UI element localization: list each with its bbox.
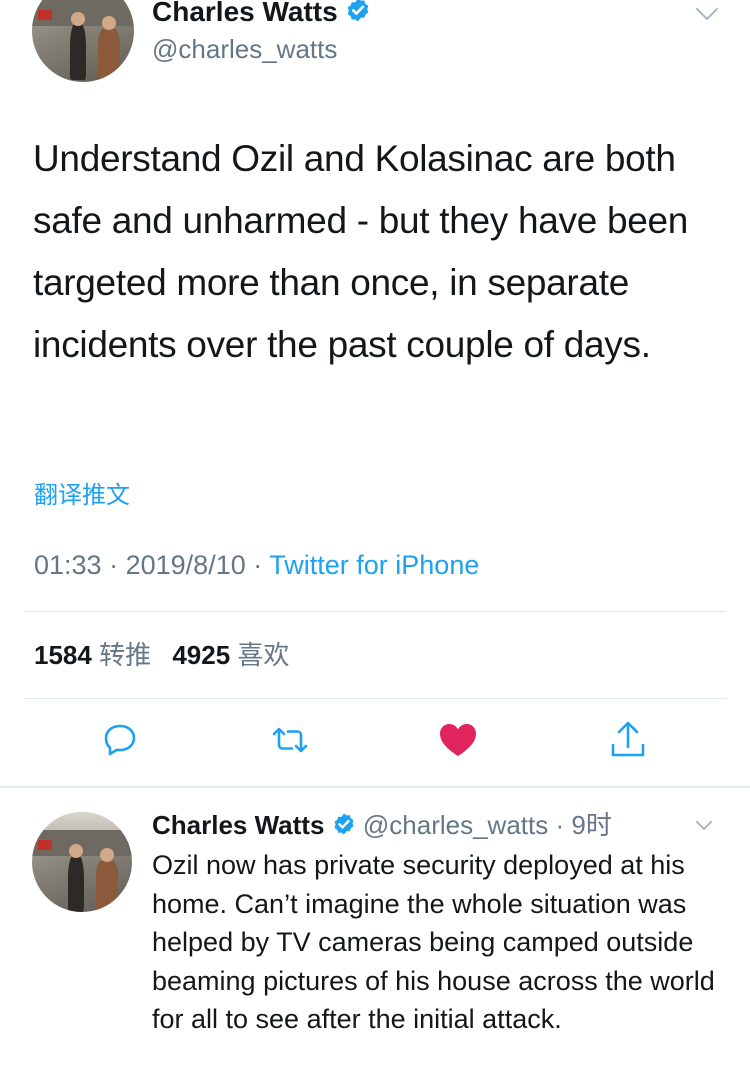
divider — [24, 698, 726, 699]
avatar[interactable] — [32, 812, 132, 912]
reply-button[interactable] — [98, 720, 142, 764]
verified-badge-icon — [345, 0, 371, 32]
verified-badge-icon — [332, 808, 356, 846]
translate-tweet-link[interactable]: 翻译推文 — [34, 480, 130, 512]
reply-author-handle[interactable]: @charles_watts — [363, 810, 548, 840]
meta-separator: · — [555, 810, 565, 840]
share-button[interactable] — [606, 720, 650, 764]
reply-header: Charles Watts @charles_watts · 9时 — [152, 806, 612, 846]
avatar[interactable] — [32, 0, 134, 82]
meta-separator: · — [109, 550, 119, 580]
retweet-count[interactable]: 1584 — [34, 640, 92, 670]
chevron-down-icon[interactable] — [694, 4, 720, 24]
tweet-time: 01:33 — [34, 550, 102, 580]
like-button[interactable] — [436, 720, 480, 764]
retweet-button[interactable] — [268, 720, 312, 764]
reply-icon — [100, 720, 140, 765]
meta-separator: · — [253, 550, 263, 580]
like-label[interactable]: 喜欢 — [237, 640, 289, 670]
tweet-source-link[interactable]: Twitter for iPhone — [269, 550, 479, 580]
divider — [24, 611, 726, 612]
reply-author-name[interactable]: Charles Watts — [152, 810, 324, 840]
like-count[interactable]: 4925 — [172, 640, 230, 670]
reply-tweet-text: Ozil now has private security deployed a… — [152, 850, 715, 1034]
section-divider — [0, 786, 750, 788]
author-handle[interactable]: @charles_watts — [152, 32, 337, 66]
retweet-icon — [268, 720, 312, 765]
heart-icon — [437, 720, 479, 765]
retweet-label[interactable]: 转推 — [99, 640, 151, 670]
share-icon — [608, 719, 648, 766]
author-name[interactable]: Charles Watts — [152, 0, 371, 32]
tweet-text: Understand Ozil and Kolasinac are both s… — [33, 138, 689, 365]
tweet-stats: 1584 转推 4925 喜欢 — [34, 636, 303, 674]
chevron-down-icon[interactable] — [694, 818, 714, 834]
tweet-date: 2019/8/10 — [125, 550, 246, 580]
reply-time: 9时 — [571, 810, 612, 840]
tweet-metadata: 01:33 · 2019/8/10 · Twitter for iPhone — [34, 546, 479, 584]
